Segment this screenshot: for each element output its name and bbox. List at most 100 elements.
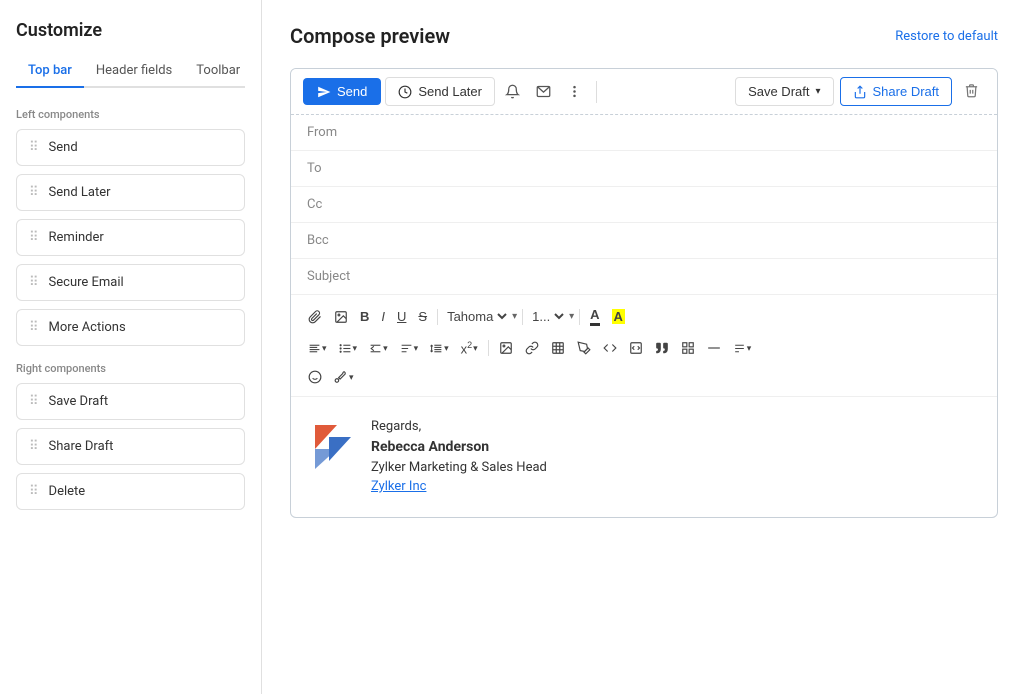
email-icon-button[interactable]: [530, 79, 557, 104]
code-icon: [603, 341, 617, 355]
sig-text: Regards, Rebecca Anderson Zylker Marketi…: [371, 417, 547, 497]
item-label: Secure Email: [49, 275, 124, 290]
list-item[interactable]: ⠿ Share Draft: [16, 428, 245, 465]
emoji-button[interactable]: [303, 367, 327, 387]
bold-button[interactable]: B: [355, 306, 374, 327]
send-button[interactable]: Send: [303, 78, 381, 105]
item-label: Send: [49, 140, 78, 155]
bcc-field: Bcc: [291, 223, 997, 259]
sig-company-link[interactable]: Zylker Inc: [371, 479, 426, 494]
signature-button[interactable]: [572, 338, 596, 358]
grid-icon: [681, 341, 695, 355]
send-later-button[interactable]: Send Later: [385, 77, 495, 106]
sidebar: Customize Top bar Header fields Toolbar …: [0, 0, 262, 694]
from-input[interactable]: [359, 125, 981, 140]
drag-handle-icon: ⠿: [29, 320, 39, 335]
brush-icon: [334, 370, 348, 384]
underline-button[interactable]: U: [392, 306, 411, 327]
list-item[interactable]: ⠿ Reminder: [16, 219, 245, 256]
rich-divider: [437, 309, 438, 325]
italic-button[interactable]: I: [376, 306, 390, 327]
share-draft-button[interactable]: Share Draft: [840, 77, 952, 106]
sig-regards: Regards,: [371, 417, 547, 437]
code-block-button[interactable]: [624, 338, 648, 358]
highlight-color-button[interactable]: A: [607, 306, 630, 327]
cc-label: Cc: [307, 197, 347, 212]
font-size-select[interactable]: 1...: [528, 308, 567, 325]
drag-handle-icon: ⠿: [29, 185, 39, 200]
painter-chevron-icon: ▾: [349, 372, 354, 383]
superscript-chevron: ▾: [473, 343, 478, 354]
quote-button[interactable]: [650, 338, 674, 358]
compose-preview: ✛ Send Send Later Save: [290, 68, 998, 518]
list-item[interactable]: ⠿ Secure Email: [16, 264, 245, 301]
superscript-button[interactable]: x2 ▾: [456, 337, 483, 359]
rich-divider: [522, 309, 523, 325]
to-input[interactable]: [359, 161, 981, 176]
list-item[interactable]: ⠿ Send: [16, 129, 245, 166]
superscript-icon: x2: [461, 340, 473, 356]
hr-icon: [707, 341, 721, 355]
list-icon: [339, 342, 352, 355]
line-spacing-button[interactable]: ▾: [425, 339, 454, 358]
font-color-button[interactable]: A: [585, 304, 604, 329]
list-button[interactable]: ▾: [334, 339, 363, 358]
insert-image-inline-button[interactable]: [494, 338, 518, 358]
right-components-label: Right components: [16, 362, 245, 375]
from-label: From: [307, 125, 347, 140]
page-title: Compose preview: [290, 24, 450, 48]
spacing-icon: [430, 342, 443, 355]
font-color-icon: A: [590, 307, 599, 326]
from-field: From: [291, 115, 997, 151]
tab-topbar[interactable]: Top bar: [16, 57, 84, 88]
align-button[interactable]: ▾: [303, 339, 332, 358]
rich-divider: [579, 309, 580, 325]
left-components-label: Left components: [16, 108, 245, 121]
restore-default-link[interactable]: Restore to default: [895, 29, 998, 44]
main-header: Compose preview Restore to default: [290, 24, 998, 48]
tab-headerfields[interactable]: Header fields: [84, 57, 184, 88]
attach-file-button[interactable]: [303, 307, 327, 327]
drag-handle-icon: ⠿: [29, 439, 39, 454]
insert-table-button[interactable]: [546, 338, 570, 358]
format-chevron-icon: ▾: [747, 343, 752, 354]
code-button[interactable]: [598, 338, 622, 358]
drag-handle-icon: ⠿: [29, 484, 39, 499]
dots-icon: [567, 84, 582, 99]
bell-icon: [505, 84, 520, 99]
list-item[interactable]: ⠿ Delete: [16, 473, 245, 510]
delete-button[interactable]: [958, 78, 985, 106]
share-icon: [853, 85, 867, 99]
direction-button[interactable]: ▾: [395, 339, 424, 358]
size-chevron-icon: ▾: [569, 311, 574, 322]
list-item[interactable]: ⠿ Send Later: [16, 174, 245, 211]
rich-divider: [488, 340, 489, 356]
tab-toolbar[interactable]: Toolbar: [184, 57, 252, 88]
cc-input[interactable]: [359, 197, 981, 212]
reminder-button[interactable]: [499, 79, 526, 104]
indent-icon: [369, 342, 382, 355]
item-label: Share Draft: [49, 439, 114, 454]
trash-icon: [964, 83, 979, 98]
item-label: Reminder: [49, 230, 104, 245]
indent-chevron-icon: ▾: [383, 343, 388, 354]
insert-image-button[interactable]: [329, 307, 353, 327]
move-handle-icon[interactable]: ✛: [290, 84, 291, 100]
strikethrough-button[interactable]: S: [413, 306, 432, 327]
format-painter-button[interactable]: ▾: [329, 367, 359, 387]
font-family-select[interactable]: Tahoma: [443, 308, 510, 325]
align-chevron-icon: ▾: [322, 343, 327, 354]
table-grid-button[interactable]: [676, 338, 700, 358]
subject-input[interactable]: [362, 269, 981, 284]
list-item[interactable]: ⠿ More Actions: [16, 309, 245, 346]
save-draft-button[interactable]: Save Draft ▾: [735, 77, 833, 106]
bcc-input[interactable]: [359, 233, 981, 248]
insert-link-button[interactable]: [520, 338, 544, 358]
list-item[interactable]: ⠿ Save Draft: [16, 383, 245, 420]
tab-bar: Top bar Header fields Toolbar: [16, 57, 245, 88]
format-more-button[interactable]: ▾: [728, 339, 757, 358]
more-options-button[interactable]: [561, 79, 588, 104]
indent-button[interactable]: ▾: [364, 339, 393, 358]
spacing-chevron-icon: ▾: [444, 343, 449, 354]
horizontal-rule-button[interactable]: [702, 338, 726, 358]
